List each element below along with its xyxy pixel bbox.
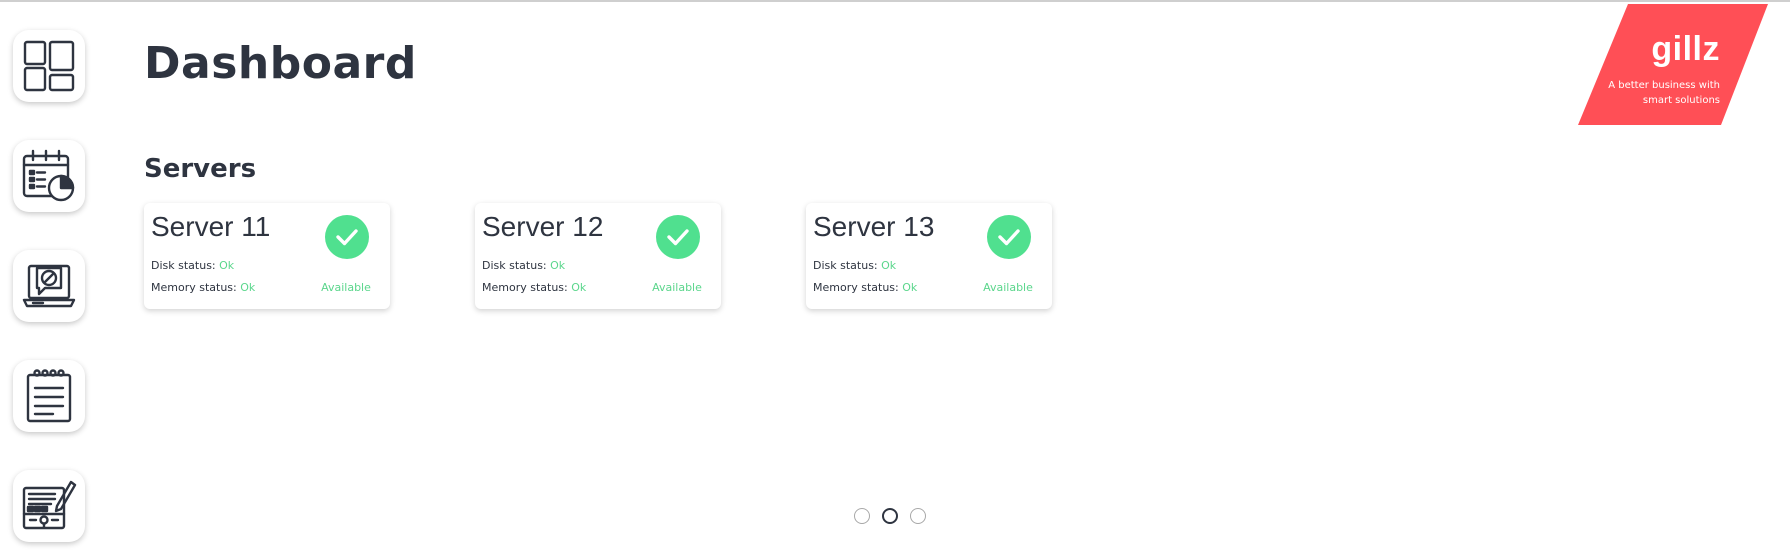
disk-status: Disk status: Ok (151, 259, 234, 272)
sidebar (0, 2, 100, 554)
disk-status: Disk status: Ok (482, 259, 565, 272)
brand-logo: gillz A better business with smart solut… (1578, 4, 1768, 125)
server-card[interactable]: Server 12 Disk status: Ok Memory status:… (475, 203, 721, 309)
dashboard-icon (23, 40, 75, 92)
server-card[interactable]: Server 11 Disk status: Ok Memory status:… (144, 203, 390, 309)
server-name: Server 12 (482, 211, 604, 242)
memory-status: Memory status: Ok (813, 281, 917, 294)
memory-status-label: Memory status: (482, 281, 568, 294)
check-circle-icon (987, 215, 1031, 259)
sidebar-item-notes[interactable] (13, 360, 85, 432)
brand-tagline-line: smart solutions (1642, 95, 1720, 106)
availability-status: Available (983, 281, 1033, 294)
memory-status: Memory status: Ok (151, 281, 255, 294)
page-title: Dashboard (144, 38, 417, 89)
pagination-dot-1[interactable] (854, 508, 870, 524)
availability-status: Available (321, 281, 371, 294)
memory-status-value: Ok (240, 281, 256, 294)
check-circle-icon (325, 215, 369, 259)
brand-tagline-line: A better business with (1608, 80, 1720, 91)
disk-status-label: Disk status: (813, 259, 878, 272)
server-card[interactable]: Server 13 Disk status: Ok Memory status:… (806, 203, 1052, 309)
board-pencil-icon (22, 480, 77, 530)
memory-status-value: Ok (571, 281, 587, 294)
check-circle-icon (656, 215, 700, 259)
servers-section-title: Servers (144, 154, 257, 184)
sidebar-item-support[interactable] (13, 250, 85, 322)
disk-status: Disk status: Ok (813, 259, 896, 272)
disk-status-label: Disk status: (151, 259, 216, 272)
memory-status-label: Memory status: (813, 281, 899, 294)
notepad-icon (26, 369, 72, 423)
availability-status: Available (652, 281, 702, 294)
brand-name: gillz (1651, 30, 1720, 68)
disk-status-value: Ok (881, 259, 897, 272)
sidebar-item-calendar[interactable] (13, 140, 85, 212)
server-name: Server 11 (151, 211, 271, 242)
disk-status-value: Ok (219, 259, 235, 272)
memory-status: Memory status: Ok (482, 281, 586, 294)
brand-tagline: A better business with smart solutions (1600, 78, 1720, 108)
memory-status-value: Ok (902, 281, 918, 294)
laptop-chat-icon (22, 264, 76, 308)
pagination-dot-3[interactable] (910, 508, 926, 524)
disk-status-value: Ok (550, 259, 566, 272)
sidebar-item-planning[interactable] (13, 470, 85, 542)
calendar-clock-icon (22, 149, 75, 202)
sidebar-item-dashboard[interactable] (13, 30, 85, 102)
pagination-dot-2-active[interactable] (882, 508, 898, 524)
disk-status-label: Disk status: (482, 259, 547, 272)
memory-status-label: Memory status: (151, 281, 237, 294)
server-name: Server 13 (813, 211, 935, 242)
